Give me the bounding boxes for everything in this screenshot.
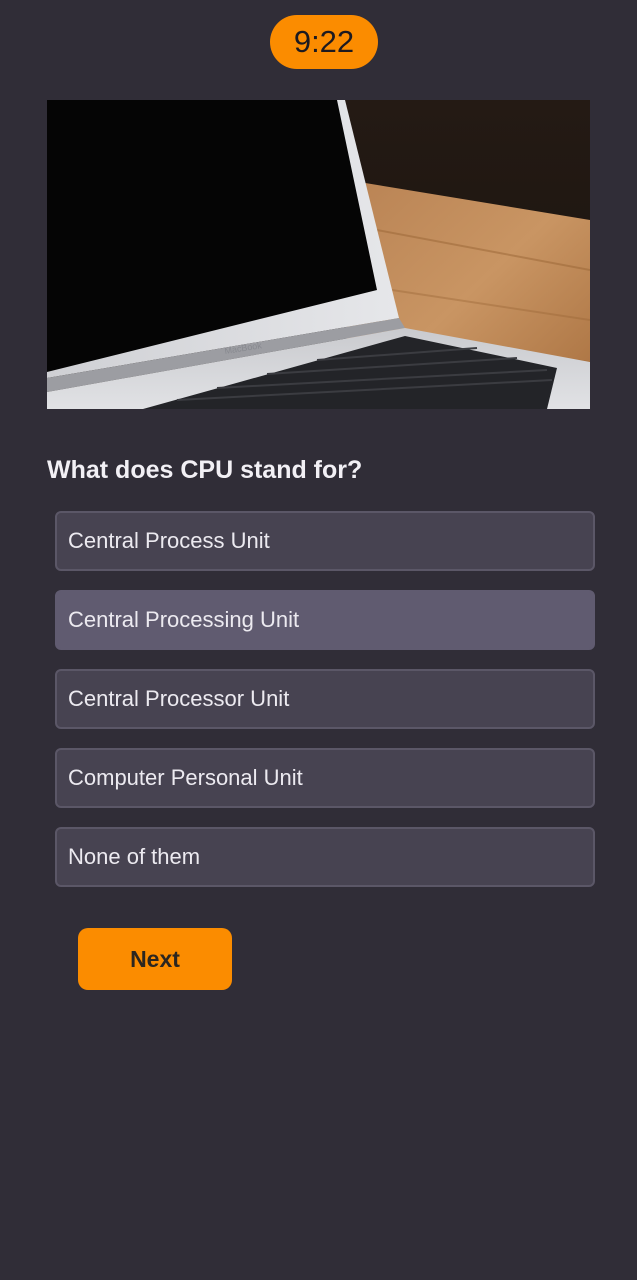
answer-option-2[interactable]: Central Processing Unit [55,590,595,650]
next-button[interactable]: Next [78,928,232,990]
countdown-timer: 9:22 [270,15,378,69]
answer-option-3[interactable]: Central Processor Unit [55,669,595,729]
answer-option-1[interactable]: Central Process Unit [55,511,595,571]
question-text: What does CPU stand for? [47,456,363,484]
answer-option-4[interactable]: Computer Personal Unit [55,748,595,808]
answer-option-5[interactable]: None of them [55,827,595,887]
question-image: MacBook [47,100,590,409]
